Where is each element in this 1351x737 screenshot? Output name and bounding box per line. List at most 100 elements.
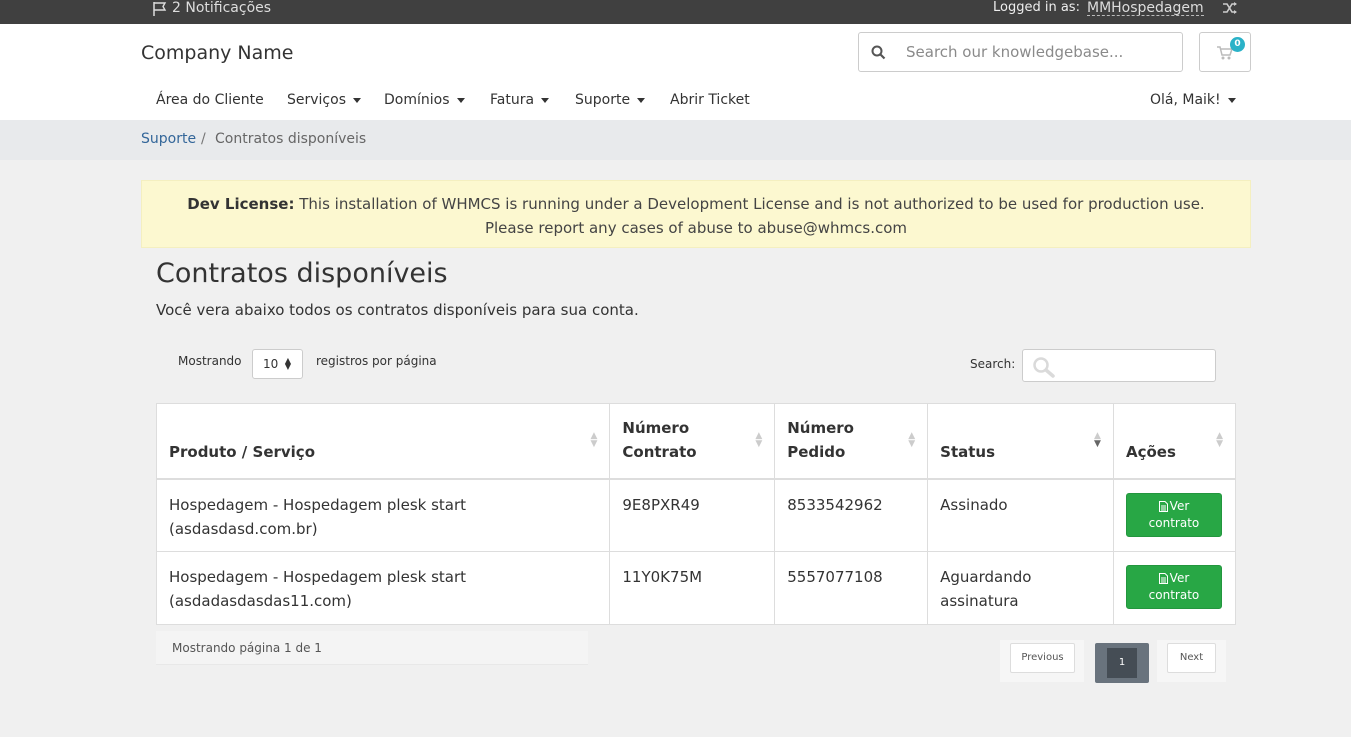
- page-title: Contratos disponíveis: [156, 258, 448, 289]
- dev-license-alert: Dev License: This installation of WHMCS …: [141, 180, 1251, 248]
- sort-desc-icon: ▲ ▼: [1094, 431, 1101, 449]
- switch-account-icon[interactable]: [1222, 1, 1238, 19]
- main-nav: Área do Cliente Serviços Domínios Fatura…: [156, 88, 750, 112]
- cell-product: Hospedagem - Hospedagem plesk start (asda…: [155, 551, 611, 625]
- knowledgebase-search: [858, 32, 1183, 72]
- account-username-link[interactable]: MMHospedagem: [1087, 0, 1204, 16]
- page-length-value: 10: [263, 357, 279, 371]
- column-header-label: Status: [940, 442, 996, 461]
- table-info: Mostrando página 1 de 1: [156, 631, 588, 665]
- column-header-label: Número: [787, 418, 854, 437]
- nav-item-suporte[interactable]: Suporte: [575, 88, 670, 112]
- nav-item-abrir-ticket[interactable]: Abrir Ticket: [670, 88, 750, 112]
- column-header-acoes[interactable]: Ações ▲ ▼: [1112, 403, 1237, 480]
- table-header-row: Produto / Serviço ▲ ▼ Número Contrato ▲ ▼ Núm…: [155, 403, 1237, 480]
- notifications-label: 2 Notificações: [172, 0, 272, 16]
- page-length-select[interactable]: 10 ▲ ▼: [252, 349, 303, 379]
- product-domain: (asdadasdasdas11.com): [169, 592, 352, 610]
- contracts-table: Produto / Serviço ▲ ▼ Número Contrato ▲ ▼ Núm…: [155, 403, 1237, 625]
- cell-actions: Ver contrato: [1112, 478, 1237, 552]
- view-contract-label: Ver: [1169, 498, 1190, 513]
- cell-contract: 9E8PXR49: [609, 478, 776, 552]
- cart-button[interactable]: 0: [1199, 32, 1251, 72]
- product-domain: (asdasdasd.com.br): [169, 519, 318, 538]
- column-header-label: Ações: [1125, 442, 1176, 461]
- logged-in-label: Logged in as:: [993, 0, 1080, 15]
- nav-item-dominios[interactable]: Domínios: [384, 88, 490, 112]
- nav-item-area-do-cliente[interactable]: Área do Cliente: [156, 88, 287, 112]
- alert-line-1: Dev License: This installation of WHMCS …: [142, 192, 1250, 216]
- alert-strong: Dev License:: [187, 195, 295, 213]
- pagination-page-1[interactable]: 1: [1095, 643, 1149, 683]
- cell-contract: 11Y0K75M: [609, 551, 776, 625]
- product-name: Hospedagem - Hospedagem plesk start: [169, 495, 467, 514]
- cell-product: Hospedagem - Hospedagem plesk start (asda…: [155, 478, 611, 552]
- nav-item-label: Domínios: [384, 92, 450, 108]
- page-description: Você vera abaixo todos os contratos disp…: [156, 301, 639, 319]
- account-menu[interactable]: Olá, Maik!: [1150, 88, 1236, 112]
- search-icon: [1032, 356, 1058, 382]
- select-arrows-icon: ▲ ▼: [284, 356, 291, 371]
- view-contract-label: contrato: [1148, 588, 1200, 602]
- search-icon[interactable]: [871, 45, 886, 64]
- view-contract-button[interactable]: Ver contrato: [1125, 492, 1222, 537]
- file-icon: [1158, 500, 1168, 512]
- account-greeting: Olá, Maik!: [1150, 92, 1221, 108]
- view-contract-label: contrato: [1148, 515, 1200, 530]
- file-icon: [1158, 573, 1168, 584]
- view-contract-label: Ver: [1169, 571, 1190, 585]
- product-name: Hospedagem - Hospedagem plesk start: [169, 568, 467, 586]
- per-page-label: registros por página: [316, 354, 437, 368]
- page-length-label: Mostrando: [178, 354, 242, 368]
- nav-item-label: Fatura: [490, 92, 535, 108]
- caret-down-icon: [1227, 97, 1236, 103]
- view-contract-button[interactable]: Ver contrato: [1125, 565, 1222, 609]
- alert-line-2: Please report any cases of abuse to abus…: [484, 219, 908, 237]
- top-bar: 2 Notificações Logged in as: MMHospedage…: [0, 0, 1351, 24]
- column-header-label: Contrato: [622, 442, 697, 461]
- sort-icon: ▲ ▼: [1216, 431, 1223, 449]
- caret-down-icon: [541, 97, 550, 103]
- sort-icon: ▲ ▼: [908, 431, 916, 449]
- column-header-numero-pedido[interactable]: Número Pedido ▲ ▼: [774, 403, 929, 480]
- caret-down-icon: [353, 97, 361, 103]
- nav-item-label: Suporte: [575, 92, 631, 108]
- nav-item-servicos[interactable]: Serviços: [287, 88, 384, 112]
- brand-name[interactable]: Company Name: [141, 42, 293, 64]
- cell-status: Aguardando assinatura: [927, 551, 1114, 625]
- pagination-previous-button[interactable]: Previous: [1010, 643, 1075, 673]
- table-row: Hospedagem - Hospedagem plesk start (asda…: [155, 478, 1237, 552]
- cell-order: 8533542962: [774, 478, 929, 552]
- caret-down-icon: [456, 97, 465, 103]
- table-search-input[interactable]: [1022, 349, 1216, 382]
- column-header-label: Pedido: [787, 442, 846, 461]
- nav-item-label: Abrir Ticket: [670, 92, 750, 108]
- site-header: Company Name 0 Área do Cliente Serviços …: [0, 24, 1351, 120]
- flag-icon: [152, 1, 168, 16]
- cell-order: 5557077108: [774, 551, 929, 625]
- table-row: Hospedagem - Hospedagem plesk start (asda…: [155, 551, 1237, 625]
- cell-actions: Ver contrato: [1112, 551, 1237, 625]
- breadcrumb: Suporte / Contratos disponíveis: [0, 120, 1351, 160]
- column-header-label: Produto / Serviço: [169, 442, 316, 461]
- knowledgebase-search-input[interactable]: [906, 41, 1171, 63]
- pagination-next-button[interactable]: Next: [1167, 643, 1216, 673]
- current-page-number: 1: [1107, 648, 1137, 678]
- breadcrumb-current: Contratos disponíveis: [215, 131, 367, 147]
- alert-text: This installation of WHMCS is running un…: [299, 195, 1205, 213]
- nav-item-label: Serviços: [287, 92, 346, 108]
- sort-icon: ▲ ▼: [590, 431, 598, 449]
- column-header-label: Número: [622, 418, 690, 437]
- column-header-status[interactable]: Status ▲ ▼: [927, 403, 1114, 480]
- notifications-link[interactable]: 2 Notificações: [152, 0, 271, 16]
- cart-count-badge: 0: [1230, 37, 1245, 52]
- breadcrumb-suporte-link[interactable]: Suporte: [141, 131, 196, 147]
- breadcrumb-separator: /: [201, 131, 206, 147]
- cell-status: Assinado: [927, 478, 1114, 552]
- nav-item-fatura[interactable]: Fatura: [490, 88, 575, 112]
- column-header-numero-contrato[interactable]: Número Contrato ▲ ▼: [609, 403, 776, 480]
- table-search-label: Search:: [970, 357, 1016, 371]
- sort-icon: ▲ ▼: [755, 431, 763, 449]
- column-header-produto[interactable]: Produto / Serviço ▲ ▼: [155, 403, 611, 480]
- nav-item-label: Área do Cliente: [156, 92, 264, 108]
